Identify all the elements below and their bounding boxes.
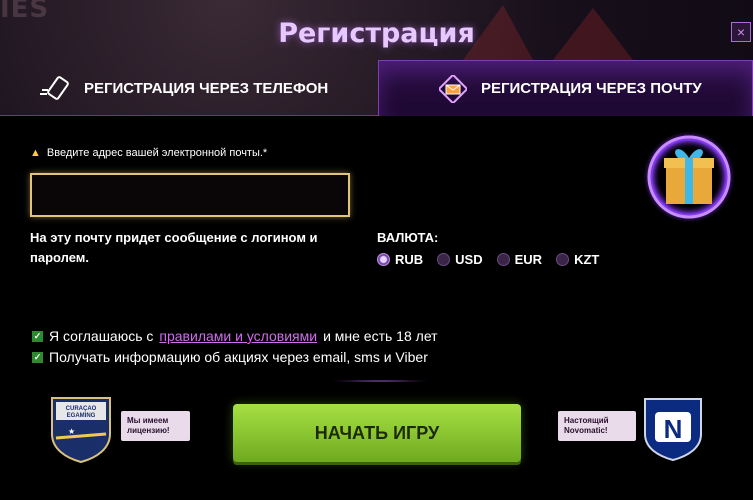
email-field[interactable] <box>30 173 350 217</box>
badge-text-2: EGAMING <box>67 413 96 419</box>
agree-row: ✓ Я соглашаюсь с правилами и условиями и… <box>32 328 438 344</box>
radio-kzt[interactable] <box>556 253 570 266</box>
radio-rub[interactable] <box>377 253 390 266</box>
currency-rub[interactable]: RUB <box>377 252 423 267</box>
tab-email[interactable]: РЕГИСТРАЦИЯ ЧЕРЕЗ ПОЧТУ <box>378 60 753 116</box>
agree-prefix: Я соглашаюсь с <box>49 328 154 344</box>
tab-bar: РЕГИСТРАЦИЯ ЧЕРЕЗ ТЕЛЕФОН РЕГИСТРАЦИЯ ЧЕ… <box>0 60 753 116</box>
radio-usd[interactable] <box>437 253 451 266</box>
close-button[interactable]: × <box>731 22 751 42</box>
currency-usd-label: USD <box>455 252 483 267</box>
phone-icon <box>40 76 69 100</box>
license-bubble: Мы имеем лицензию! <box>121 411 190 441</box>
currency-eur[interactable]: EUR <box>496 252 543 267</box>
novomatic-badge: N <box>644 398 702 462</box>
promo-row: ✓ Получать информацию об акциях через em… <box>32 349 428 365</box>
divider <box>330 380 430 382</box>
gift-icon <box>642 130 736 224</box>
promo-label: Получать информацию об акциях через emai… <box>49 349 428 365</box>
promo-checkbox[interactable]: ✓ <box>32 351 43 363</box>
currency-rub-label: RUB <box>395 252 424 267</box>
novomatic-letter: N <box>664 414 683 444</box>
warning-icon: ▲ <box>30 147 41 159</box>
envelope-icon <box>439 74 467 103</box>
tab-email-label: РЕГИСТРАЦИЯ ЧЕРЕЗ ПОЧТУ <box>481 80 702 97</box>
tab-phone-label: РЕГИСТРАЦИЯ ЧЕРЕЗ ТЕЛЕФОН <box>84 79 329 97</box>
agree-suffix: и мне есть 18 лет <box>323 328 438 344</box>
registration-dialog: IES Регистрация × РЕГИСТРАЦИЯ ЧЕРЕЗ ТЕЛЕ… <box>0 0 753 500</box>
star-icon: ★ <box>68 427 75 436</box>
currency-usd[interactable]: USD <box>437 252 483 267</box>
novomatic-bubble: Настоящий Novomatic! <box>558 411 636 441</box>
tab-phone[interactable]: РЕГИСТРАЦИЯ ЧЕРЕЗ ТЕЛЕФОН <box>0 60 378 116</box>
start-game-button[interactable]: НАЧАТЬ ИГРУ <box>233 404 521 462</box>
agree-checkbox[interactable]: ✓ <box>32 330 43 342</box>
currency-kzt-label: KZT <box>574 252 600 267</box>
email-hint: На эту почту придет сообщение с логином … <box>30 230 318 265</box>
currency-label: ВАЛЮТА: <box>377 230 439 245</box>
page-title: Регистрация <box>278 18 475 49</box>
curacao-license-badge: CURAÇAO EGAMING ★ <box>51 397 111 464</box>
currency-kzt[interactable]: KZT <box>556 252 599 267</box>
email-label-text: Введите адрес вашей электронной почты.* <box>46 147 268 159</box>
terms-link[interactable]: правилами и условиями <box>159 328 317 344</box>
currency-eur-label: EUR <box>514 252 543 267</box>
email-label: ▲ Введите адрес вашей электронной почты.… <box>30 147 267 159</box>
badge-text-1: CURAÇAO <box>66 406 97 412</box>
radio-eur[interactable] <box>496 253 510 266</box>
currency-group: RUB USD EUR KZT <box>377 252 599 267</box>
close-icon: × <box>736 24 746 40</box>
